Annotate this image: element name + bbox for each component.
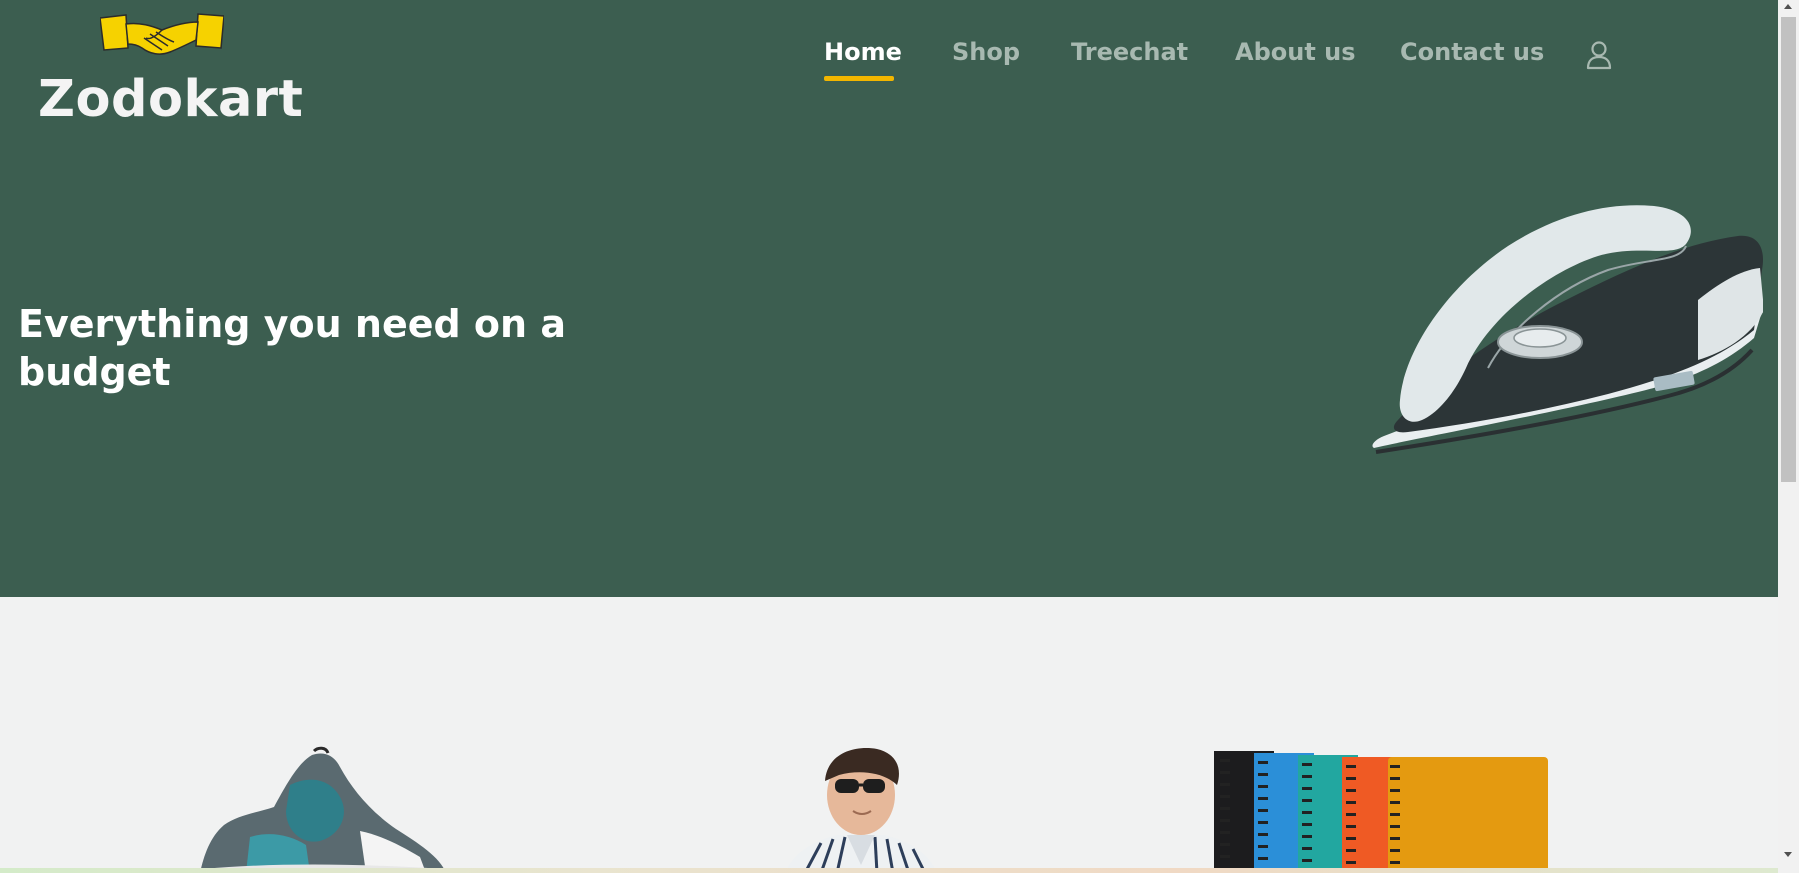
handshake-icon xyxy=(100,13,224,55)
notebooks-product-image[interactable] xyxy=(1212,745,1552,873)
active-nav-indicator xyxy=(824,76,894,81)
brand-name: Zodokart xyxy=(38,70,304,129)
iron-product-image[interactable] xyxy=(1368,200,1763,470)
logo[interactable]: Zodokart xyxy=(34,12,303,132)
nav-item-about-us-label: About us xyxy=(1235,38,1356,66)
hero-section: Zodokart Home Shop Treechat About us Con… xyxy=(0,0,1778,597)
scrollbar-thumb[interactable] xyxy=(1781,17,1796,482)
user-icon[interactable] xyxy=(1585,40,1613,70)
vertical-scrollbar[interactable] xyxy=(1778,0,1799,873)
nav-item-shop[interactable]: Shop xyxy=(952,38,1020,66)
scroll-down-arrow-icon[interactable] xyxy=(1784,852,1792,857)
nav-item-shop-label: Shop xyxy=(952,38,1021,66)
nav-item-treechat-label: Treechat xyxy=(1071,38,1189,66)
nav-item-home-label: Home xyxy=(824,38,902,66)
nav-item-contact-us-label: Contact us xyxy=(1400,38,1545,66)
scroll-up-arrow-icon[interactable] xyxy=(1784,4,1792,9)
nav-item-about-us[interactable]: About us xyxy=(1235,38,1356,66)
nav-item-home[interactable]: Home xyxy=(824,38,902,81)
nav-item-treechat[interactable]: Treechat xyxy=(1071,38,1188,66)
sneaker-product-image[interactable] xyxy=(190,745,450,873)
bottom-edge-strip xyxy=(0,868,1778,873)
page: Zodokart Home Shop Treechat About us Con… xyxy=(0,0,1799,873)
shirt-model-product-image[interactable] xyxy=(765,745,955,873)
hero-headline: Everything you need on a budget xyxy=(18,302,566,394)
nav-item-contact-us[interactable]: Contact us xyxy=(1400,38,1544,66)
